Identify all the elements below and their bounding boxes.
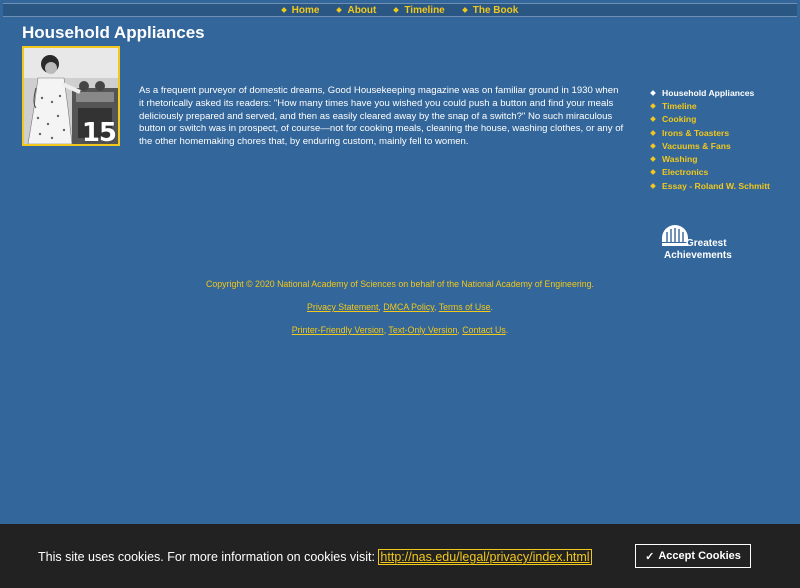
diamond-bullet-icon <box>280 7 287 13</box>
logo-text-line2: Achievements <box>664 250 732 261</box>
intro-paragraph: As a frequent purveyor of domestic dream… <box>139 85 624 148</box>
dmca-policy-link[interactable]: DMCA Policy <box>383 302 434 312</box>
diamond-bullet-icon <box>650 129 656 136</box>
nav-timeline[interactable]: Timeline <box>393 5 445 16</box>
nav-the-book[interactable]: The Book <box>461 5 518 16</box>
cookie-banner: This site uses cookies. For more informa… <box>0 524 800 588</box>
nav-about[interactable]: About <box>336 5 376 16</box>
diamond-bullet-icon <box>650 103 656 109</box>
footer-legal-links: Privacy Statement, DMCA Policy, Terms of… <box>307 302 493 312</box>
check-icon: ✓ <box>645 550 655 563</box>
sidebar-item-household-appliances: Household Appliances <box>650 86 770 99</box>
diamond-bullet-icon <box>650 169 656 176</box>
nav-home[interactable]: Home <box>280 5 319 16</box>
footer-utility-links: Printer-Friendly Version, Text-Only Vers… <box>291 325 509 335</box>
sidebar-link-electronics[interactable]: Electronics <box>662 167 708 177</box>
woman-cooking-photo: 15 <box>22 46 120 146</box>
diamond-bullet-icon <box>393 7 400 13</box>
sidebar-item-vacuums-fans[interactable]: Vacuums & Fans <box>650 139 770 152</box>
sidebar-link-irons-toasters[interactable]: Irons & Toasters <box>662 128 729 138</box>
privacy-statement-link[interactable]: Privacy Statement <box>307 302 378 312</box>
page-title: Household Appliances <box>22 23 205 42</box>
text-only-link[interactable]: Text-Only Version <box>388 325 457 335</box>
diamond-bullet-icon <box>650 142 656 149</box>
logo-text-line1: Greatest <box>686 238 727 249</box>
sidebar-link-washing[interactable]: Washing <box>662 154 698 164</box>
diamond-bullet-icon <box>650 116 656 123</box>
diamond-bullet-icon <box>650 156 656 162</box>
sidebar-item-timeline[interactable]: Timeline <box>650 99 770 112</box>
sidebar-item-irons-toasters[interactable]: Irons & Toasters <box>650 126 770 139</box>
section-navigation: Household Appliances Timeline Cooking Ir… <box>650 86 770 192</box>
cookie-message: This site uses cookies. For more informa… <box>38 549 592 565</box>
chapter-number-badge: 15 <box>81 118 117 146</box>
sidebar-item-essay[interactable]: Essay - Roland W. Schmitt <box>650 179 770 192</box>
diamond-bullet-icon <box>650 89 656 96</box>
cookie-privacy-link[interactable]: http://nas.edu/legal/privacy/index.html <box>378 549 592 565</box>
diamond-bullet-icon <box>336 7 343 13</box>
greatest-achievements-logo[interactable]: Greatest Achievements <box>658 220 732 262</box>
sidebar-link-vacuums-fans[interactable]: Vacuums & Fans <box>662 141 731 151</box>
diamond-bullet-icon <box>461 7 468 13</box>
sidebar-item-electronics[interactable]: Electronics <box>650 166 770 179</box>
contact-us-link[interactable]: Contact Us <box>462 325 506 335</box>
accept-cookies-button[interactable]: ✓ Accept Cookies <box>635 544 751 568</box>
top-navigation: Home About Timeline The Book <box>3 3 797 17</box>
printer-friendly-link[interactable]: Printer-Friendly Version <box>292 325 384 335</box>
sidebar-link-timeline[interactable]: Timeline <box>662 101 697 111</box>
sidebar-item-washing[interactable]: Washing <box>650 152 770 165</box>
copyright-text: Copyright © 2020 National Academy of Sci… <box>206 279 594 289</box>
sidebar-link-essay[interactable]: Essay - Roland W. Schmitt <box>662 181 770 191</box>
terms-of-use-link[interactable]: Terms of Use <box>439 302 491 312</box>
sidebar-item-cooking[interactable]: Cooking <box>650 113 770 126</box>
diamond-bullet-icon <box>650 182 656 189</box>
sidebar-link-cooking[interactable]: Cooking <box>662 114 696 124</box>
